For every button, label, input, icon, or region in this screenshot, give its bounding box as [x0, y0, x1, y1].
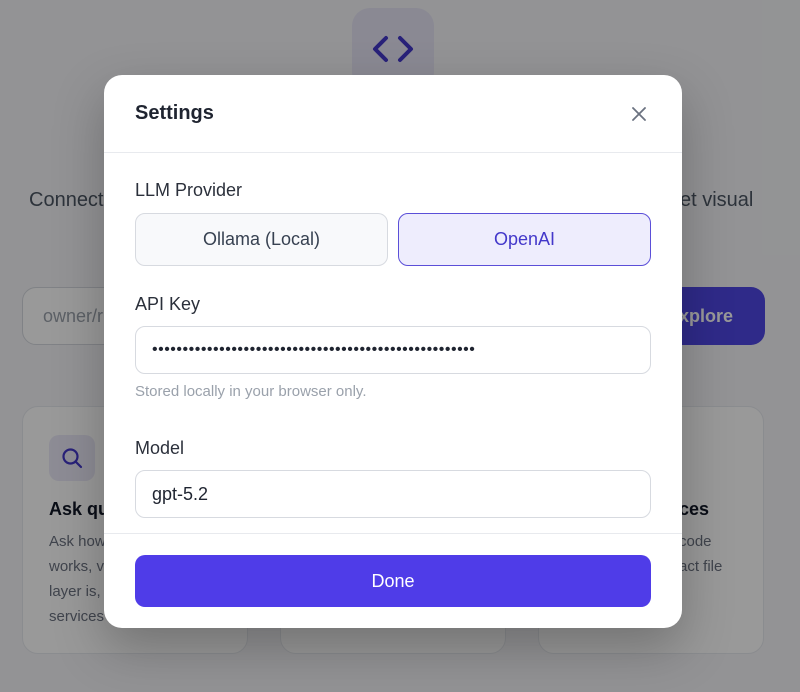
model-label: Model — [135, 438, 185, 458]
dialog-title: Settings — [135, 102, 214, 124]
close-button[interactable] — [628, 103, 650, 125]
settings-dialog: Settings LLM Provider Ollama (Local) Ope… — [104, 75, 682, 628]
api-key-label: API Key — [135, 294, 201, 314]
done-button[interactable]: Done — [135, 555, 651, 607]
dialog-body: LLM Provider Ollama (Local) OpenAI API K… — [104, 180, 682, 518]
api-key-hint: Stored locally in your browser only. — [135, 383, 367, 400]
close-icon — [632, 106, 646, 121]
dialog-footer: Done — [104, 533, 682, 628]
provider-option-ollama[interactable]: Ollama (Local) — [135, 213, 388, 266]
provider-toggle-group: Ollama (Local) OpenAI — [135, 213, 651, 266]
model-field[interactable]: gpt-5.2 — [135, 470, 651, 518]
provider-option-openai[interactable]: OpenAI — [398, 213, 651, 266]
provider-label: LLM Provider — [135, 180, 243, 200]
api-key-field[interactable]: ••••••••••••••••••••••••••••••••••••••••… — [135, 326, 651, 374]
dialog-header: Settings — [104, 75, 682, 153]
